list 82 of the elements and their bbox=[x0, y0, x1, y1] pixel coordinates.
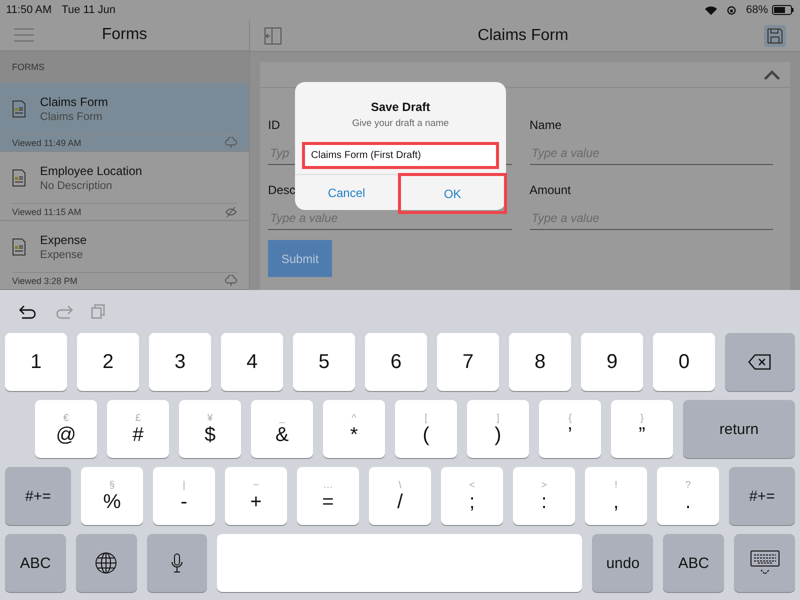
status-time: 11:50 AM bbox=[6, 4, 52, 16]
keyboard-key[interactable]: ] ) bbox=[467, 400, 529, 458]
cloud-icon bbox=[225, 275, 237, 287]
keyboard-key[interactable]: ABC bbox=[663, 534, 724, 592]
form-subtitle: Expense bbox=[40, 248, 84, 261]
form-title: Claims Form bbox=[40, 94, 108, 109]
keyboard-key[interactable]: 2 bbox=[77, 333, 139, 391]
menu-icon[interactable] bbox=[14, 28, 34, 42]
keyboard-key[interactable]: ! , bbox=[585, 467, 647, 525]
keyboard-key[interactable]: £ # bbox=[107, 400, 169, 458]
form-title: Employee Location bbox=[40, 164, 142, 178]
keyboard-key[interactable]: 5 bbox=[293, 333, 355, 391]
keyboard-key[interactable]: 3 bbox=[149, 333, 211, 391]
form-subtitle: Claims Form bbox=[40, 110, 104, 123]
keyboard-key[interactable]: 8 bbox=[509, 333, 571, 391]
battery-level: 68% bbox=[746, 4, 768, 16]
keyboard-key[interactable]: < ; bbox=[441, 467, 503, 525]
chevron-up-icon[interactable] bbox=[764, 70, 780, 80]
document-icon bbox=[12, 238, 26, 256]
dialog-button[interactable]: Cancel bbox=[295, 175, 398, 210]
cloud-icon bbox=[225, 137, 237, 150]
field-label: Name bbox=[530, 118, 562, 132]
keyboard-key[interactable]: 0 bbox=[653, 333, 715, 391]
keyboard-key[interactable]: ABC bbox=[5, 534, 66, 592]
dialog-title: Save Draft bbox=[370, 100, 430, 114]
status-date: Tue 11 Jun bbox=[62, 4, 116, 16]
form-title: Expense bbox=[40, 232, 87, 247]
battery-icon bbox=[772, 5, 794, 15]
delete-key[interactable] bbox=[725, 333, 795, 391]
keyboard-key[interactable]: } ” bbox=[611, 400, 673, 458]
field-label: Amount bbox=[530, 183, 571, 197]
document-icon bbox=[12, 168, 26, 187]
keyboard-key[interactable]: € @ bbox=[35, 400, 97, 458]
undo-icon[interactable] bbox=[19, 304, 37, 318]
field-label: Desc bbox=[268, 183, 296, 197]
form-title-header: Claims Form bbox=[476, 26, 570, 44]
viewed-time: Viewed 3:28 PM bbox=[12, 276, 78, 286]
draft-name-field[interactable]: Claims Form (First Draft) bbox=[302, 142, 499, 169]
form-list-item[interactable]: Claims Form Claims Form Viewed 11:49 AM bbox=[0, 83, 249, 152]
keyboard-key[interactable]: undo bbox=[592, 534, 654, 592]
document-icon bbox=[12, 100, 26, 118]
delete-icon bbox=[748, 354, 772, 370]
keyboard-key[interactable]: > : bbox=[513, 467, 575, 525]
keyboard-key[interactable]: _ & bbox=[251, 400, 313, 458]
keyboard-key[interactable]: 9 bbox=[581, 333, 643, 391]
field-label: ID bbox=[268, 118, 280, 132]
viewed-time: Viewed 11:15 AM bbox=[12, 207, 82, 218]
microphone-icon bbox=[171, 553, 184, 573]
dialog-message: Give your draft a name bbox=[352, 118, 449, 129]
globe-icon bbox=[95, 552, 118, 574]
keyboard-key[interactable]: 6 bbox=[365, 333, 427, 391]
keyboard-key[interactable]: … = bbox=[297, 467, 359, 525]
keyboard-key[interactable]: ? . bbox=[657, 467, 719, 525]
orientation-lock-icon bbox=[726, 6, 736, 14]
keyboard-key[interactable]: [ ( bbox=[395, 400, 457, 458]
form-subtitle: No Description bbox=[40, 180, 114, 192]
eye-off-icon bbox=[225, 206, 237, 218]
keyboard-key[interactable]: | - bbox=[153, 467, 215, 525]
keyboard-icon bbox=[750, 550, 780, 576]
redo-icon[interactable] bbox=[55, 304, 73, 318]
keyboard-key[interactable]: 4 bbox=[221, 333, 283, 391]
keyboard-key[interactable]: 1 bbox=[5, 333, 67, 391]
keyboard-key[interactable]: #+= bbox=[729, 467, 795, 525]
hide-keyboard-key[interactable] bbox=[734, 534, 795, 592]
keyboard-key[interactable]: ¥ $ bbox=[179, 400, 241, 458]
dialog-button[interactable]: OK bbox=[398, 173, 507, 214]
keyboard-key[interactable]: § % bbox=[81, 467, 143, 525]
save-icon[interactable] bbox=[764, 24, 786, 46]
globe-key[interactable] bbox=[76, 534, 137, 592]
keyboard-key[interactable]: ^ * bbox=[323, 400, 385, 458]
section-header: FORMS bbox=[12, 62, 44, 72]
keyboard-key[interactable]: 7 bbox=[437, 333, 499, 391]
collapse-sidebar-icon[interactable] bbox=[264, 26, 282, 44]
viewed-time: Viewed 11:49 AM bbox=[12, 138, 82, 148]
wifi-icon bbox=[704, 6, 717, 14]
keyboard-key[interactable]: { ’ bbox=[539, 400, 601, 458]
keyboard-key[interactable]: return bbox=[683, 400, 795, 458]
paste-icon[interactable] bbox=[91, 304, 105, 319]
keyboard-key[interactable]: \ / bbox=[369, 467, 431, 525]
sidebar-title: Forms bbox=[100, 26, 148, 44]
keyboard-key[interactable]: #+= bbox=[5, 467, 71, 525]
keyboard-key[interactable]: ~ + bbox=[225, 467, 287, 525]
